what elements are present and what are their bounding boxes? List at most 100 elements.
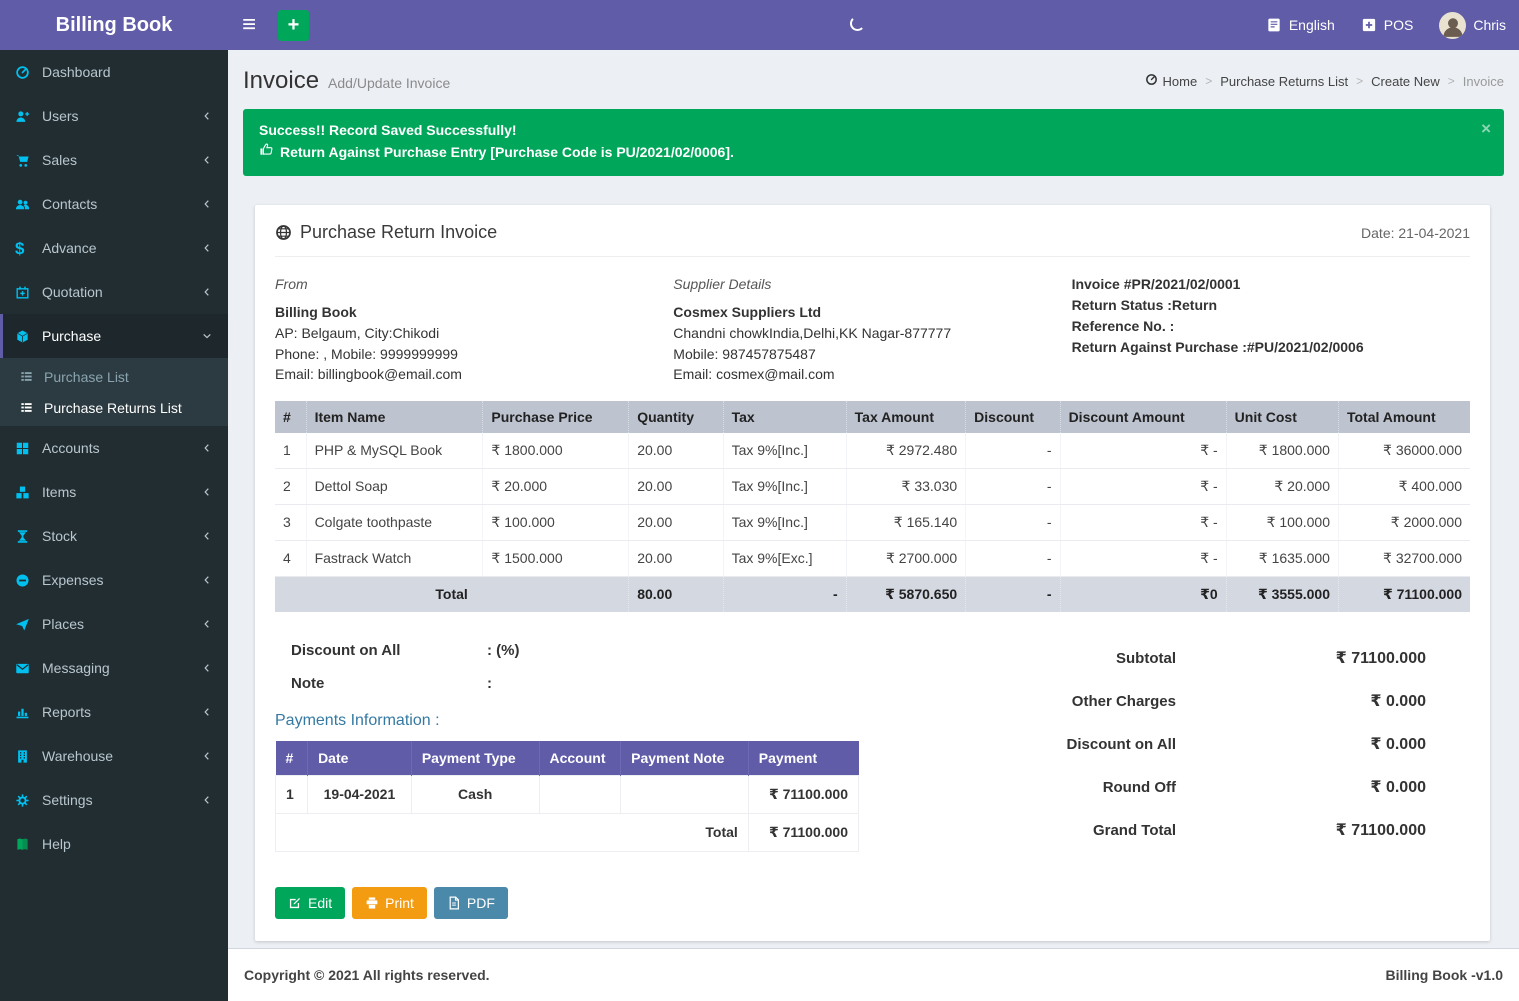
summary-label: Round Off [1103, 779, 1176, 796]
quick-add-button[interactable]: + [278, 10, 309, 41]
from-block: From Billing Book AP: Belgaum, City:Chik… [275, 274, 673, 385]
payments-col-date: Date [308, 741, 412, 776]
items-col-discount-amount: Discount Amount [1060, 401, 1226, 433]
item-row: 3Colgate toothpaste₹ 100.00020.00Tax 9%[… [275, 504, 1470, 540]
sidebar-item-label: Purchase [42, 328, 101, 344]
item-cell-tax-amount: ₹ 2972.480 [846, 433, 966, 469]
app-logo[interactable]: Billing Book [0, 0, 228, 50]
gears-icon [15, 793, 42, 808]
sidebar-item-settings[interactable]: Settings [0, 778, 228, 822]
bar-chart-icon [15, 705, 42, 720]
summary-row-discount-on-all: Discount on All₹ 0.000 [968, 734, 1426, 754]
pdf-button[interactable]: PDF [434, 887, 508, 919]
cart-icon [15, 153, 42, 168]
item-cell-tax-amount: ₹ 33.030 [846, 468, 966, 504]
sidebar-item-users[interactable]: Users [0, 94, 228, 138]
payments-col-payment: Payment [748, 741, 858, 776]
sidebar-toggle-icon[interactable]: ≡ [228, 0, 270, 50]
item-row: 2Dettol Soap₹ 20.00020.00Tax 9%[Inc.]₹ 3… [275, 468, 1470, 504]
summary-value: ₹ 0.000 [1176, 777, 1426, 797]
alert-close-icon[interactable]: × [1481, 116, 1491, 142]
chevron-down-icon [201, 330, 213, 342]
payments-table: #DatePayment TypeAccountPayment NotePaym… [275, 741, 859, 852]
from-name: Billing Book [275, 302, 653, 323]
alert-line1: Success!! Record Saved Successfully! [259, 120, 1488, 142]
sidebar-item-label: Warehouse [42, 748, 113, 764]
summary-row-round-off: Round Off₹ 0.000 [968, 777, 1426, 797]
item-cell-total-amount: ₹ 32700.000 [1338, 540, 1470, 576]
items-col-purchase-price: Purchase Price [483, 401, 629, 433]
sidebar-subitem-purchase-list[interactable]: Purchase List [0, 361, 228, 392]
sidebar-item-label: Messaging [42, 660, 110, 676]
item-cell-item-name: PHP & MySQL Book [306, 433, 483, 469]
chevron-left-icon [201, 486, 213, 498]
sidebar-item-warehouse[interactable]: Warehouse [0, 734, 228, 778]
sidebar-item-purchase[interactable]: Purchase [0, 314, 228, 358]
item-cell-quantity: 20.00 [629, 504, 723, 540]
chevron-left-icon [201, 794, 213, 806]
item-cell-unit-cost: ₹ 100.000 [1226, 504, 1338, 540]
language-book-icon [1266, 17, 1282, 33]
sidebar-item-expenses[interactable]: Expenses [0, 558, 228, 602]
sidebar-item-help[interactable]: Help [0, 822, 228, 866]
user-plus-icon [15, 109, 42, 124]
sidebar-item-contacts[interactable]: Contacts [0, 182, 228, 226]
item-cell-tax-amount: ₹ 165.140 [846, 504, 966, 540]
sidebar-item-quotation[interactable]: Quotation [0, 270, 228, 314]
breadcrumb-home[interactable]: Home [1145, 73, 1198, 89]
items-total-row: Total80.00-₹ 5870.650-₹0₹ 3555.000₹ 7110… [275, 576, 1470, 612]
payment-cell-payment: ₹ 71100.000 [748, 775, 858, 813]
list-icon [20, 401, 44, 414]
total-tax: - [723, 576, 846, 612]
chevron-left-icon [201, 750, 213, 762]
items-col-unit-cost: Unit Cost [1226, 401, 1338, 433]
item-cell-purchase-price: ₹ 1500.000 [483, 540, 629, 576]
sidebar-subitem-purchase-returns-list[interactable]: Purchase Returns List [0, 392, 228, 423]
breadcrumb-create-new[interactable]: Create New [1371, 74, 1440, 89]
language-menu[interactable]: English [1253, 0, 1348, 50]
printer-icon [365, 896, 379, 910]
payment-cell-blank: 1 [276, 775, 308, 813]
sidebar-item-messaging[interactable]: Messaging [0, 646, 228, 690]
items-col-item-name: Item Name [306, 401, 483, 433]
user-menu[interactable]: Chris [1426, 0, 1519, 50]
breadcrumb-purchase-returns-list[interactable]: Purchase Returns List [1220, 74, 1348, 89]
total-unit-cost: ₹ 3555.000 [1226, 576, 1338, 612]
edit-button[interactable]: Edit [275, 887, 345, 919]
sidebar-item-advance[interactable]: $Advance [0, 226, 228, 270]
total-quantity: 80.00 [629, 576, 723, 612]
supplier-heading: Supplier Details [673, 274, 1051, 295]
sidebar-item-items[interactable]: Items [0, 470, 228, 514]
item-cell-unit-cost: ₹ 1800.000 [1226, 433, 1338, 469]
chevron-left-icon [201, 242, 213, 254]
sidebar-item-accounts[interactable]: Accounts [0, 426, 228, 470]
summary-value: ₹ 0.000 [1176, 691, 1426, 711]
breadcrumb-invoice: Invoice [1463, 74, 1504, 89]
sidebar-item-places[interactable]: Places [0, 602, 228, 646]
dashboard-icon [1145, 73, 1158, 89]
payments-total-label: Total [276, 813, 749, 851]
breadcrumb: Home>Purchase Returns List>Create New>In… [1145, 73, 1504, 89]
sidebar-item-reports[interactable]: Reports [0, 690, 228, 734]
navbar-right: English POS Chris [1253, 0, 1519, 50]
globe-icon [275, 224, 292, 241]
sidebar-item-sales[interactable]: Sales [0, 138, 228, 182]
item-cell-blank: 1 [275, 433, 306, 469]
item-cell-tax: Tax 9%[Inc.] [723, 504, 846, 540]
sidebar-item-stock[interactable]: Stock [0, 514, 228, 558]
pos-button[interactable]: POS [1348, 0, 1427, 50]
plus-square-icon [1361, 17, 1377, 33]
page-subtitle: Add/Update Invoice [328, 75, 450, 91]
item-row: 4Fastrack Watch₹ 1500.00020.00Tax 9%[Exc… [275, 540, 1470, 576]
sidebar-item-dashboard[interactable]: Dashboard [0, 50, 228, 94]
item-cell-quantity: 20.00 [629, 468, 723, 504]
invoice-card: Purchase Return Invoice Date: 21-04-2021… [255, 205, 1490, 941]
main-content: Invoice Add/Update Invoice Home>Purchase… [228, 50, 1519, 948]
items-col-tax: Tax [723, 401, 846, 433]
dashboard-icon [15, 65, 42, 80]
item-cell-discount-amount: ₹ - [1060, 433, 1226, 469]
print-button[interactable]: Print [352, 887, 427, 919]
content-header: Invoice Add/Update Invoice Home>Purchase… [243, 63, 1504, 109]
file-pdf-icon [447, 896, 461, 910]
item-cell-discount-amount: ₹ - [1060, 540, 1226, 576]
